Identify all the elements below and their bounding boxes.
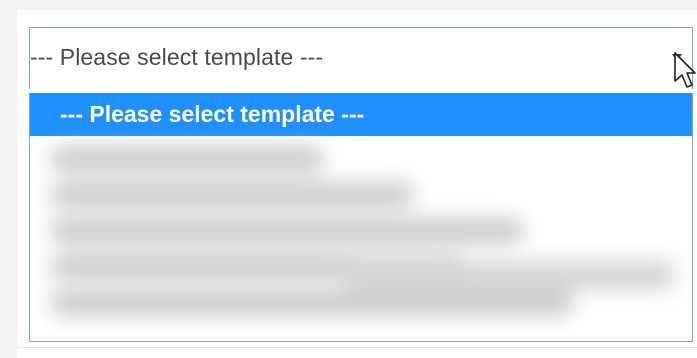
obscured-options xyxy=(44,141,684,336)
mouse-cursor-icon xyxy=(674,52,696,88)
panel-divider xyxy=(17,347,697,348)
template-dropdown-list: --- Please select template --- xyxy=(29,93,693,342)
template-select-value: --- Please select template --- xyxy=(30,44,324,70)
option-please-select-template[interactable]: --- Please select template --- xyxy=(30,93,692,136)
